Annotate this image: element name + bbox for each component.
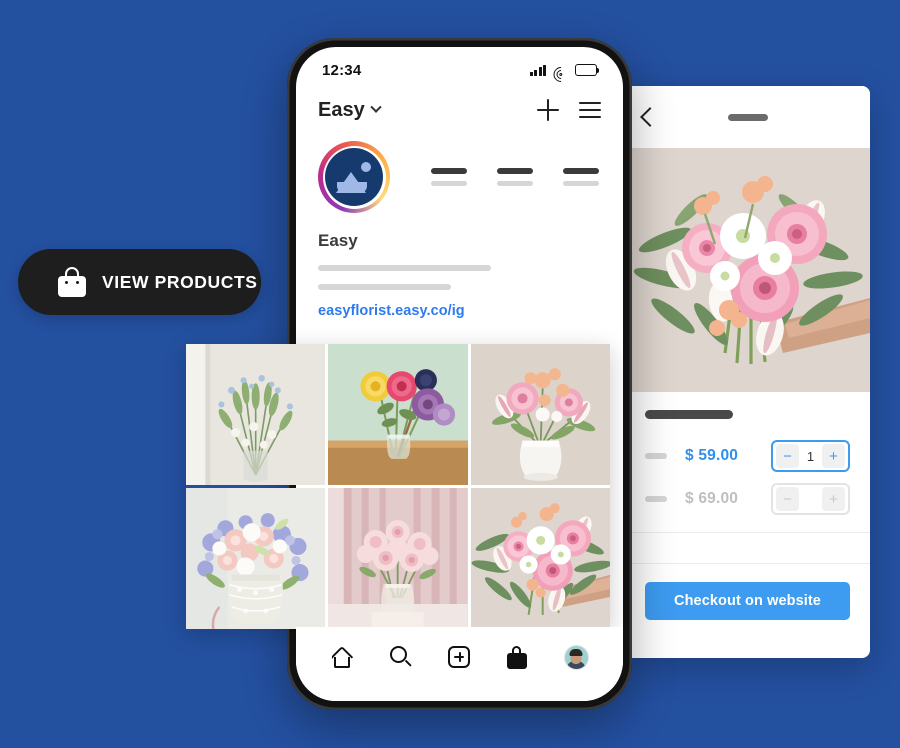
home-icon[interactable] bbox=[330, 645, 354, 669]
product-photo bbox=[625, 148, 870, 392]
grid-photo[interactable] bbox=[470, 344, 610, 485]
chevron-left-icon[interactable] bbox=[640, 107, 660, 127]
bio-line-placeholder bbox=[318, 265, 491, 271]
photo-grid bbox=[186, 344, 610, 629]
variant-price: $ 59.00 bbox=[685, 447, 739, 464]
chevron-down-icon[interactable] bbox=[370, 101, 382, 113]
grid-photo[interactable] bbox=[328, 488, 468, 629]
profile-section: Easy easyflorist.easy.co/ig bbox=[296, 133, 623, 319]
profile-header-row bbox=[318, 141, 601, 213]
grid-photo[interactable] bbox=[470, 488, 610, 629]
account-name[interactable]: Easy bbox=[318, 99, 365, 122]
decrement-button[interactable]: − bbox=[776, 487, 799, 511]
grid-photo[interactable] bbox=[186, 344, 326, 485]
stat-placeholder bbox=[431, 168, 467, 186]
decrement-button[interactable]: − bbox=[776, 444, 799, 468]
header-actions bbox=[537, 99, 601, 121]
status-bar-time: 12:34 bbox=[322, 61, 362, 79]
checkout-on-website-button[interactable]: Checkout on website bbox=[645, 582, 850, 620]
profile-avatar-icon[interactable] bbox=[563, 644, 589, 670]
wifi-icon bbox=[549, 63, 572, 85]
product-info: $ 59.00 − 1 + $ 69.00 − + Checkout on we… bbox=[625, 392, 870, 620]
hamburger-menu-icon[interactable] bbox=[579, 101, 601, 119]
variant-price: $ 69.00 bbox=[685, 490, 739, 507]
increment-button[interactable]: + bbox=[822, 487, 845, 511]
quantity-value: 1 bbox=[806, 448, 815, 464]
profile-display-name: Easy bbox=[318, 231, 358, 250]
variant-swatch-placeholder bbox=[645, 496, 667, 502]
status-bar-icons bbox=[530, 63, 600, 85]
search-icon[interactable] bbox=[389, 646, 413, 668]
view-products-button[interactable]: VIEW PRODUCTS bbox=[18, 249, 261, 315]
grid-photo[interactable] bbox=[186, 488, 326, 629]
cellular-signal-icon bbox=[530, 64, 546, 76]
view-products-label: VIEW PRODUCTS bbox=[102, 271, 258, 292]
status-bar: 12:34 bbox=[296, 47, 623, 87]
variant-swatch-placeholder bbox=[645, 453, 667, 459]
divider bbox=[625, 532, 870, 533]
product-name-placeholder bbox=[645, 410, 733, 419]
variant-row[interactable]: $ 59.00 − 1 + bbox=[645, 439, 850, 473]
profile-photo-placeholder-icon bbox=[325, 148, 383, 206]
bottom-navigation-bar bbox=[296, 627, 623, 701]
avatar[interactable] bbox=[318, 141, 390, 213]
product-detail-panel: $ 59.00 − 1 + $ 69.00 − + Checkout on we… bbox=[625, 86, 870, 658]
promo-composition: VIEW PRODUCTS $ 59.00 − 1 + $ 69.00 − + … bbox=[0, 0, 900, 748]
divider bbox=[625, 563, 870, 564]
product-panel-title-placeholder bbox=[727, 113, 768, 121]
product-panel-topbar bbox=[625, 86, 870, 148]
grid-photo[interactable] bbox=[328, 344, 468, 485]
shopping-bag-icon bbox=[58, 267, 86, 297]
stat-placeholder bbox=[497, 168, 533, 186]
quantity-stepper[interactable]: − + bbox=[771, 483, 850, 515]
shopping-bag-icon[interactable] bbox=[507, 645, 528, 669]
battery-icon bbox=[575, 64, 600, 76]
variant-row[interactable]: $ 69.00 − + bbox=[645, 482, 850, 516]
plus-icon[interactable] bbox=[537, 99, 559, 121]
quantity-stepper[interactable]: − 1 + bbox=[771, 440, 850, 472]
profile-stats bbox=[431, 168, 601, 186]
stat-placeholder bbox=[563, 168, 599, 186]
add-post-icon[interactable] bbox=[448, 646, 471, 668]
profile-link[interactable]: easyflorist.easy.co/ig bbox=[318, 303, 601, 319]
bio-line-placeholder bbox=[318, 284, 451, 290]
app-header: Easy bbox=[296, 87, 623, 133]
increment-button[interactable]: + bbox=[822, 444, 845, 468]
